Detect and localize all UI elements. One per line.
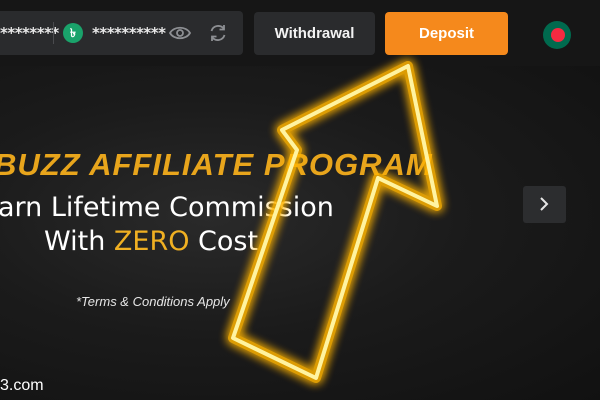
tagline-highlight: ZERO (113, 226, 190, 257)
banner-domain: 3.com (0, 377, 44, 394)
eye-icon[interactable] (168, 24, 192, 42)
balance-divider (53, 22, 54, 44)
promo-banner[interactable]: BUZZ AFFILIATE PROGRAM arn Lifetime Comm… (0, 66, 600, 400)
masked-balance-secondary: ********** (92, 24, 166, 42)
taka-currency-icon: ৳ (63, 23, 83, 43)
tagline-suffix: Cost (189, 226, 259, 257)
bangladesh-flag-icon[interactable] (543, 21, 571, 49)
banner-terms: *Terms & Conditions Apply (76, 294, 230, 309)
refresh-icon[interactable] (208, 23, 228, 43)
banner-subtitle: arn Lifetime Commission (0, 192, 334, 223)
carousel-next-button[interactable] (523, 186, 566, 223)
tagline-prefix: With (44, 226, 114, 257)
banner-tagline: With ZERO Cost (44, 226, 258, 257)
masked-balance-primary: ******** (0, 24, 59, 42)
withdrawal-button[interactable]: Withdrawal (254, 12, 375, 55)
balance-panel: ******** ৳ ********** (0, 11, 243, 55)
banner-title: BUZZ AFFILIATE PROGRAM (0, 147, 433, 182)
deposit-button[interactable]: Deposit (385, 12, 508, 55)
top-bar: ******** ৳ ********** Withdrawal Deposit (0, 0, 600, 66)
flag-disc (551, 28, 565, 42)
chevron-right-icon (540, 197, 549, 211)
